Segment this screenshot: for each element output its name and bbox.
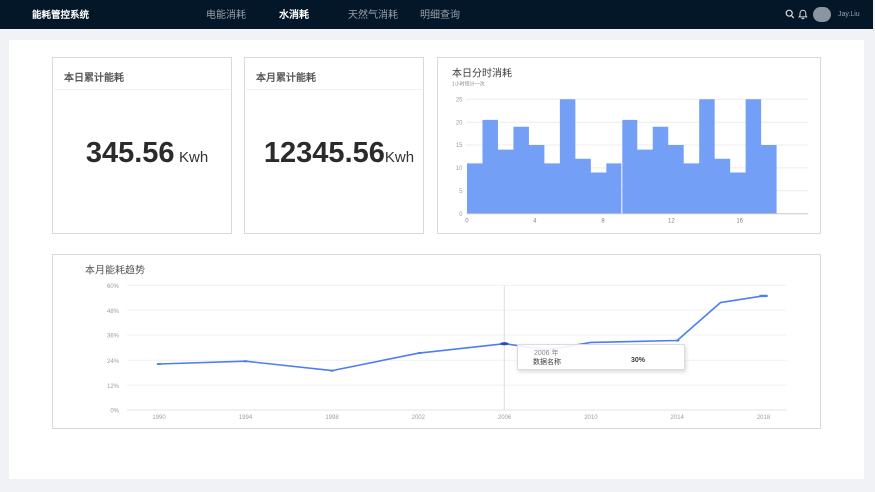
svg-text:本日分时消耗: 本日分时消耗: [452, 67, 512, 80]
svg-text:2002: 2002: [412, 415, 426, 421]
svg-text:12%: 12%: [107, 384, 120, 390]
svg-text:2006: 2006: [498, 415, 512, 421]
svg-text:24%: 24%: [107, 359, 120, 365]
svg-text:2010: 2010: [584, 415, 598, 421]
svg-text:12: 12: [668, 219, 675, 225]
svg-text:5: 5: [459, 189, 463, 195]
svg-text:2014: 2014: [671, 415, 685, 421]
svg-text:10: 10: [456, 166, 463, 172]
svg-text:0: 0: [465, 219, 469, 225]
svg-text:2018: 2018: [757, 415, 771, 421]
svg-text:60%: 60%: [107, 284, 120, 290]
svg-text:36%: 36%: [107, 334, 120, 340]
svg-text:1994: 1994: [239, 415, 253, 421]
svg-text:1小时统计一次: 1小时统计一次: [452, 81, 485, 88]
svg-text:8: 8: [601, 219, 605, 225]
svg-text:16: 16: [736, 219, 743, 225]
svg-text:4: 4: [533, 219, 537, 225]
svg-text:本月能耗趋势: 本月能耗趋势: [85, 264, 145, 277]
svg-text:1990: 1990: [152, 415, 166, 421]
svg-text:25: 25: [456, 98, 463, 104]
svg-text:1998: 1998: [325, 415, 339, 421]
svg-text:0: 0: [459, 212, 463, 218]
svg-text:15: 15: [456, 143, 463, 149]
svg-text:0%: 0%: [110, 409, 119, 415]
svg-text:48%: 48%: [107, 309, 120, 315]
svg-text:20: 20: [456, 120, 463, 126]
